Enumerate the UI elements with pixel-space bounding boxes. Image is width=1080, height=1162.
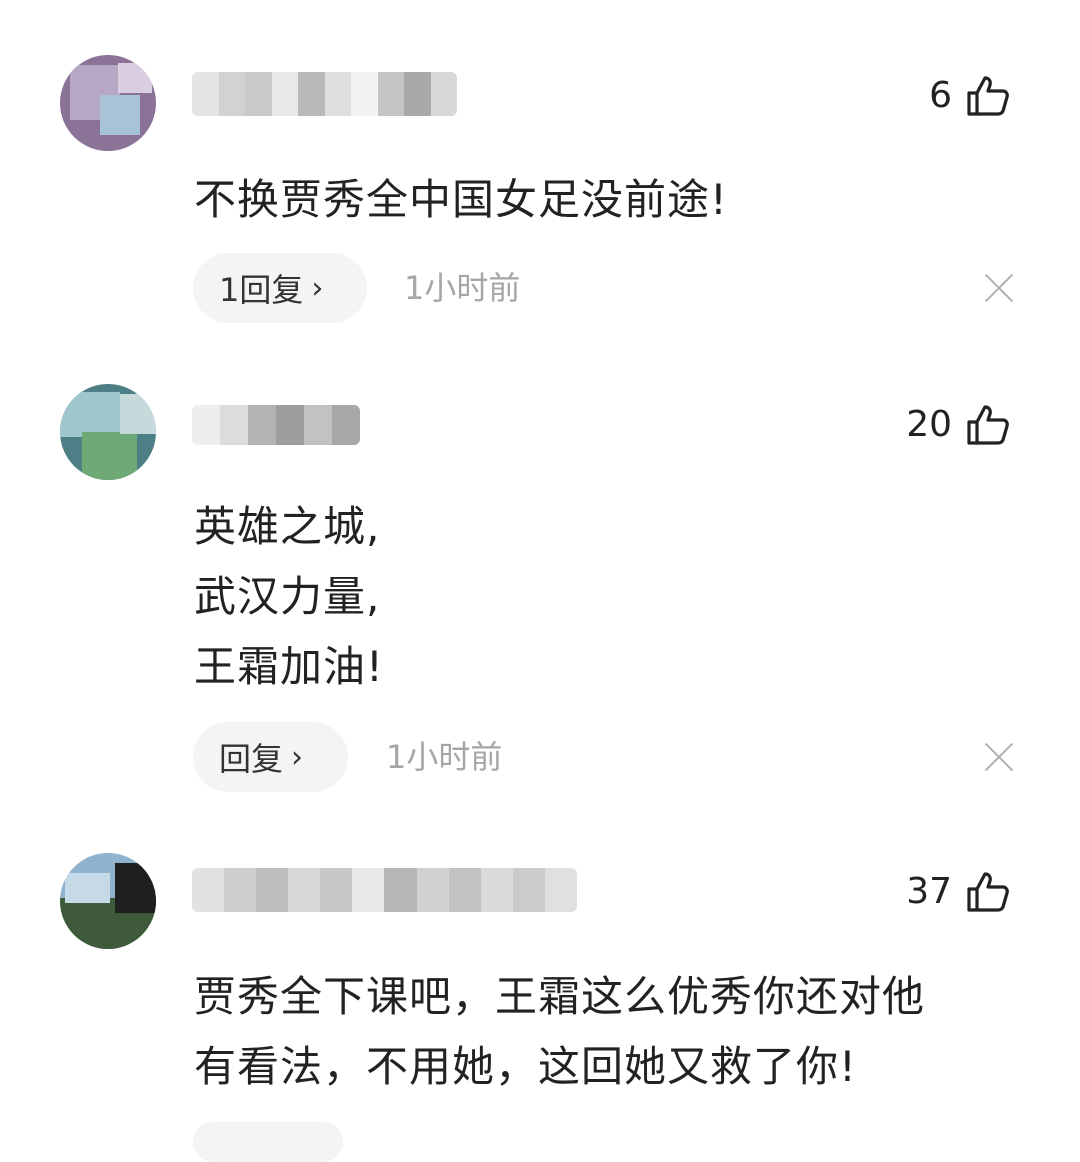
thumbs-up-icon[interactable] — [966, 870, 1010, 914]
username-blurred[interactable] — [192, 868, 577, 912]
reply-button-partial[interactable] — [193, 1122, 343, 1162]
avatar[interactable] — [60, 853, 156, 949]
like-control[interactable]: 37 — [906, 862, 1010, 922]
comment-text: 贾秀全下课吧，王霜这么优秀你还对他 有看法，不用她，这回她又救了你! — [194, 972, 926, 1091]
comment-item: 37 贾秀全下课吧，王霜这么优秀你还对他 有看法，不用她，这回她又救了你! — [0, 0, 1080, 1162]
like-count: 37 — [906, 871, 952, 912]
